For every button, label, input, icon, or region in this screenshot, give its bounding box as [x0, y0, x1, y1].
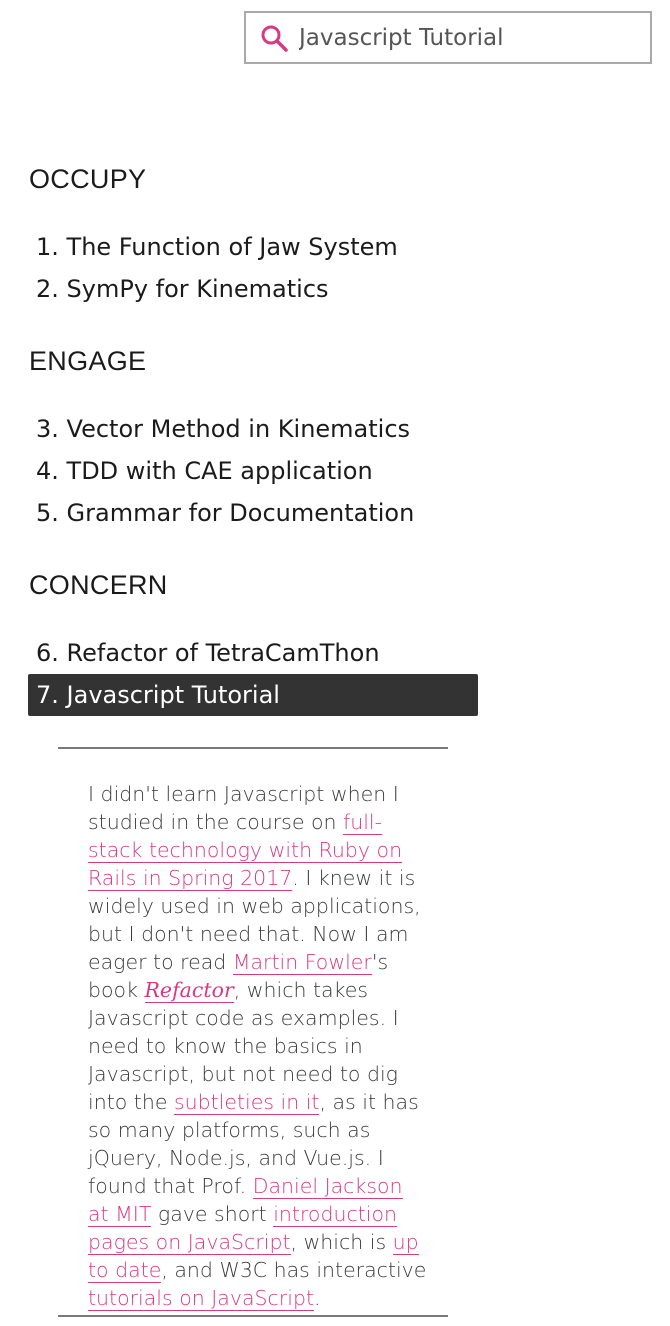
desc-text: , which is: [290, 1230, 393, 1254]
desc-text: .: [314, 1286, 321, 1310]
section-heading-concern: CONCERN: [29, 570, 168, 600]
lesson-item-4[interactable]: 4. TDD with CAE application: [28, 450, 478, 492]
search-icon[interactable]: [259, 23, 289, 53]
lesson-description: I didn't learn Javascript when I studied…: [88, 780, 428, 1312]
search-input[interactable]: [299, 24, 629, 51]
divider-bottom: [58, 1315, 448, 1317]
link-martin-fowler[interactable]: Martin Fowler: [232, 950, 372, 975]
lesson-item-2[interactable]: 2. SymPy for Kinematics: [28, 268, 478, 310]
desc-text: , and W3C has interactive: [161, 1258, 427, 1282]
link-w3c-tutorials[interactable]: tutorials on JavaScript: [88, 1286, 315, 1311]
desc-text: gave short: [151, 1202, 274, 1226]
section-heading-occupy: OCCUPY: [29, 164, 147, 194]
section-heading-engage: ENGAGE: [29, 346, 147, 376]
lesson-item-3[interactable]: 3. Vector Method in Kinematics: [28, 408, 478, 450]
link-refactor-book[interactable]: Refactor: [144, 978, 234, 1003]
lesson-item-5[interactable]: 5. Grammar for Documentation: [28, 492, 478, 534]
lesson-item-6[interactable]: 6. Refactor of TetraCamThon: [28, 632, 478, 674]
link-subtleties[interactable]: subtleties in it: [173, 1090, 320, 1115]
lesson-item-7-selected[interactable]: 7. Javascript Tutorial: [28, 674, 478, 716]
lesson-item-1[interactable]: 1. The Function of Jaw System: [28, 226, 478, 268]
search-box[interactable]: [244, 11, 652, 64]
divider-top: [58, 747, 448, 749]
